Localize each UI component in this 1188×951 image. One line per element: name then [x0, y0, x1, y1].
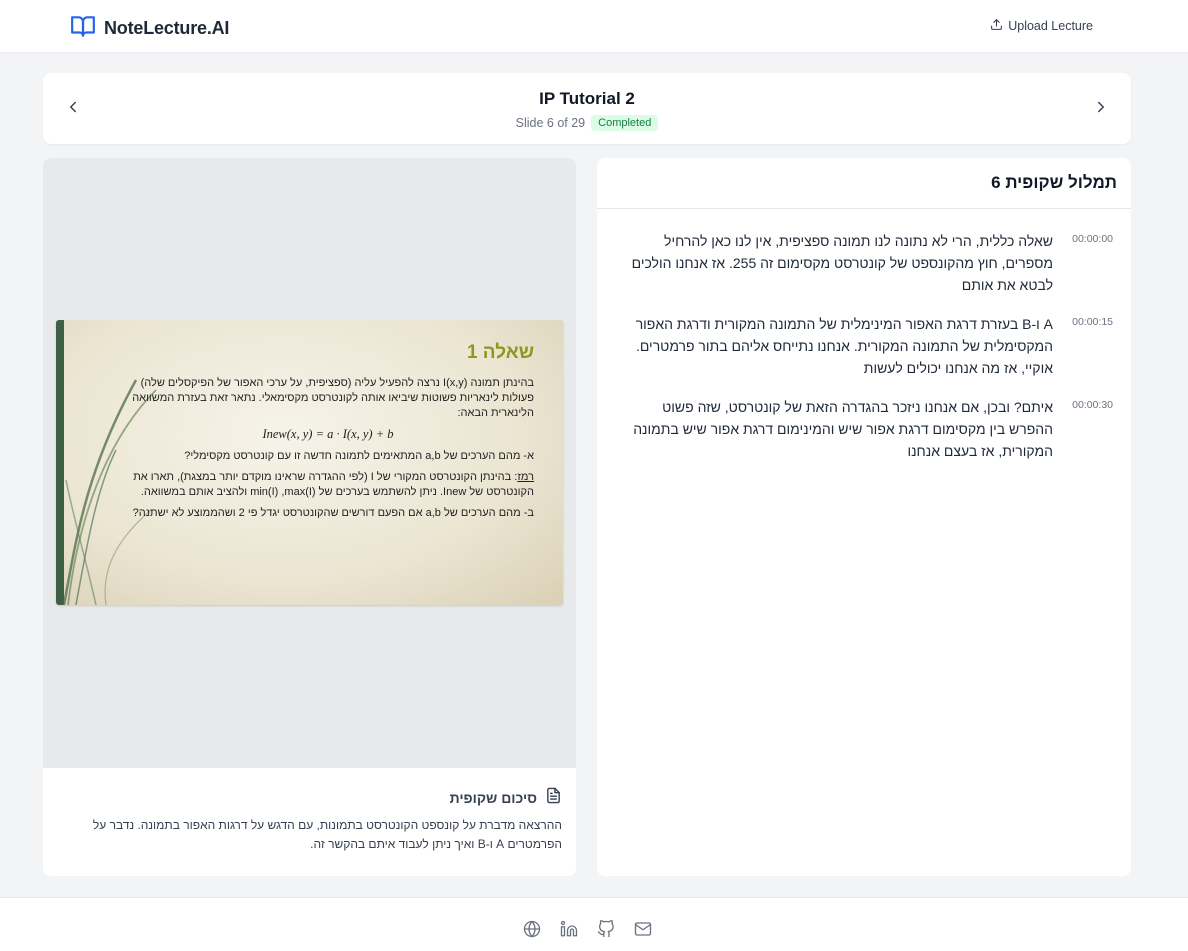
transcript-timestamp: 00:00:00 — [1072, 233, 1113, 245]
transcript-entry[interactable]: 00:00:00 שאלה כללית, הרי לא נתונה לנו תמ… — [617, 230, 1113, 296]
linkedin-icon[interactable] — [558, 918, 579, 939]
transcript-text: איתם? ובכן, אם אנחנו ניזכר בהגדרה הזאת ש… — [633, 399, 1053, 459]
slide-text: שאלה 1 בהינתן תמונה I(x,y) נרצה להפעיל ע… — [122, 342, 534, 527]
slide-image: שאלה 1 בהינתן תמונה I(x,y) נרצה להפעיל ע… — [56, 320, 563, 605]
upload-lecture-label: Upload Lecture — [1008, 19, 1093, 33]
slide-viewer: שאלה 1 בהינתן תמונה I(x,y) נרצה להפעיל ע… — [43, 158, 576, 767]
upload-lecture-button[interactable]: Upload Lecture — [990, 18, 1093, 34]
slide-summary: סיכום שקופית ההרצאה מדברת על קונספט הקונ… — [43, 767, 576, 876]
document-icon — [545, 787, 562, 809]
transcript-entry[interactable]: 00:00:15 A ו-B בעזרת דרגת האפור המינימלי… — [617, 313, 1113, 379]
summary-text: ההרצאה מדברת על קונספט הקונטרסט בתמונות,… — [92, 818, 562, 851]
transcript-timestamp: 00:00:15 — [1072, 316, 1113, 328]
brand-logo[interactable]: NoteLecture.AI — [70, 13, 229, 44]
slide-hint-label: רמז — [517, 471, 534, 483]
slide-formula: Inew(x, y) = a · I(x, y) + b — [262, 427, 394, 441]
slide-panel: שאלה 1 בהינתן תמונה I(x,y) נרצה להפעיל ע… — [43, 158, 576, 876]
summary-header: סיכום שקופית — [450, 787, 562, 809]
mail-icon[interactable] — [632, 918, 653, 939]
transcript-text: שאלה כללית, הרי לא נתונה לנו תמונה ספציפ… — [631, 233, 1053, 293]
status-badge: Completed — [591, 115, 659, 131]
slide-part-b: ב- מהם הערכים של a,b אם הפעם דורשים שהקו… — [132, 507, 534, 519]
slide-hint-text: : בהינתן הקונטרסט המקורי של I (לפי ההגדר… — [133, 471, 534, 498]
transcript-header: תמלול שקופית 6 — [597, 158, 1131, 209]
slide-part-a: א- מהם הערכים של a,b המתאימים לתמונה חדש… — [184, 450, 534, 462]
slide-status-row: Slide 6 of 29 Completed — [43, 115, 1131, 131]
transcript-entry[interactable]: 00:00:30 איתם? ובכן, אם אנחנו ניזכר בהגד… — [617, 396, 1113, 462]
globe-icon[interactable] — [521, 918, 542, 939]
next-slide-button[interactable] — [1089, 97, 1113, 121]
slide-navigation: IP Tutorial 2 Slide 6 of 29 Completed — [43, 73, 1131, 144]
brand-name: NoteLecture.AI — [104, 18, 230, 38]
transcript-title: תמלול שקופית 6 — [991, 173, 1117, 192]
transcript-timestamp: 00:00:30 — [1072, 399, 1113, 411]
github-icon[interactable] — [595, 918, 616, 939]
upload-icon — [990, 18, 1003, 34]
transcript-list: 00:00:00 שאלה כללית, הרי לא נתונה לנו תמ… — [617, 230, 1113, 479]
chevron-right-icon — [1092, 98, 1110, 121]
footer-links — [521, 918, 653, 939]
slide-intro: בהינתן תמונה I(x,y) נרצה להפעיל עליה (ספ… — [132, 377, 534, 419]
slide-title: שאלה 1 — [466, 342, 534, 363]
transcript-text: A ו-B בעזרת דרגת האפור המינימלית של התמו… — [635, 316, 1053, 376]
slide-hint: רמז: בהינתן הקונטרסט המקורי של I (לפי הה… — [122, 470, 534, 500]
footer — [0, 897, 1188, 951]
slide-counter: Slide 6 of 29 — [515, 116, 586, 130]
summary-title: סיכום שקופית — [449, 790, 537, 806]
open-book-icon — [70, 13, 96, 44]
top-bar: NoteLecture.AI Upload Lecture — [0, 0, 1188, 53]
lecture-title: IP Tutorial 2 — [539, 89, 635, 108]
transcript-panel: תמלול שקופית 6 00:00:00 שאלה כללית, הרי … — [597, 158, 1131, 876]
